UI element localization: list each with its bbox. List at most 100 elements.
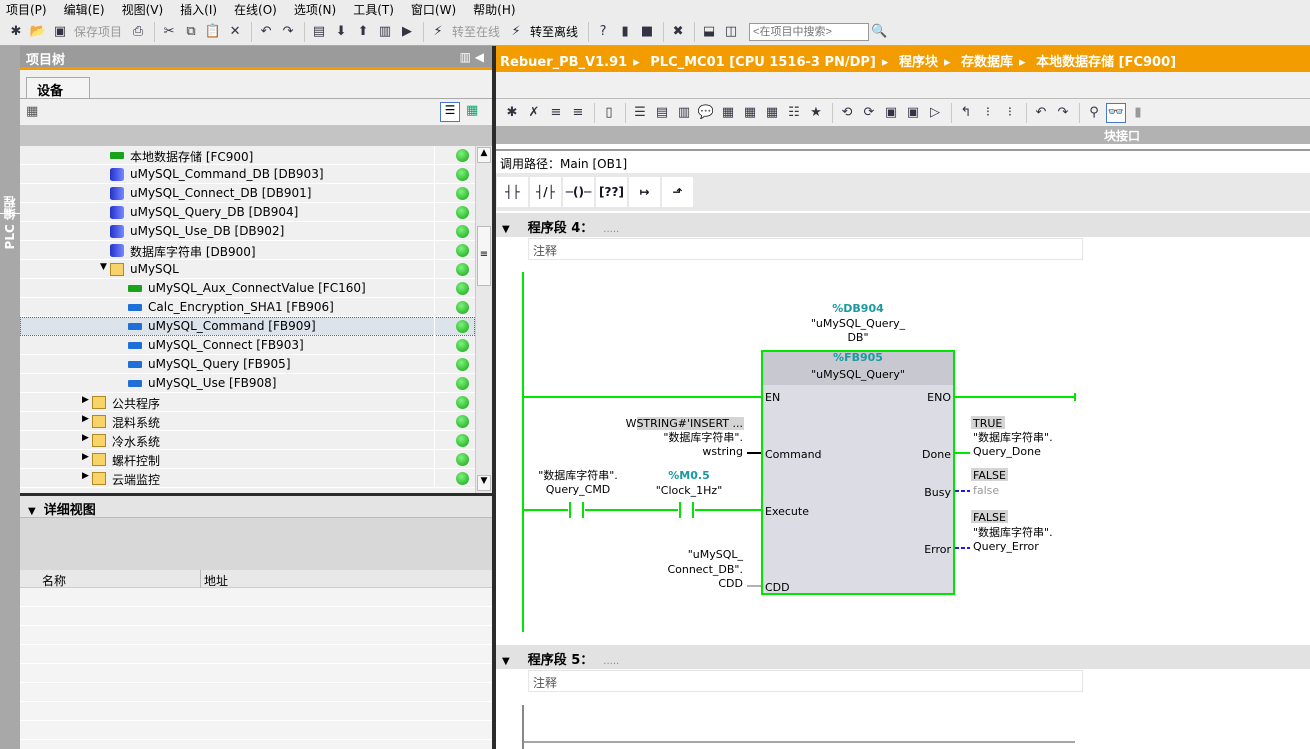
tree-item[interactable]: ▶ 混料系统 <box>20 412 475 431</box>
no-contact-icon[interactable]: ┤├ <box>497 177 528 207</box>
open-all-networks-icon[interactable]: ▤ <box>652 103 672 123</box>
project-search-input[interactable] <box>749 22 870 41</box>
operand-display-icon[interactable]: ▦ <box>718 103 738 123</box>
print-icon[interactable]: ⎙ <box>128 22 148 42</box>
next-icon[interactable]: ↷ <box>1053 103 1073 123</box>
menu-item[interactable]: 帮助(H) <box>473 1 515 18</box>
prev-error-icon[interactable]: ⟲ <box>837 103 857 123</box>
cut-icon[interactable]: ✂ <box>159 22 179 42</box>
absolute-operands-icon[interactable]: ▯ <box>599 103 619 123</box>
goto-icon[interactable]: ↰ <box>956 103 976 123</box>
upload-icon[interactable]: ⬆ <box>353 22 373 42</box>
monitoring-on-off-icon[interactable]: 👓 <box>1106 102 1126 123</box>
runtime-icon[interactable]: ▶ <box>397 22 417 42</box>
network-5-header[interactable]: ▼ 程序段 5：..... <box>496 645 1310 669</box>
scroll-thumb[interactable]: ≡ <box>477 226 491 286</box>
column-name[interactable]: 名称 <box>42 572 66 589</box>
cdd-operand[interactable]: "uMySQL_ <box>688 548 744 561</box>
split-vertical-icon[interactable]: ◫ <box>721 22 741 42</box>
split-horizontal-icon[interactable]: ⬓ <box>699 22 719 42</box>
menu-item[interactable]: 选项(N) <box>294 1 336 18</box>
chevron-down-icon[interactable]: ▼ <box>28 506 36 517</box>
tree-item[interactable]: uMySQL_Use_DB [DB902] <box>20 222 475 241</box>
nc-contact-icon[interactable]: ┤/├ <box>530 177 561 207</box>
menu-item[interactable]: 插入(I) <box>180 1 217 18</box>
close-branch-icon[interactable]: ⬏ <box>662 177 693 207</box>
network-comments-icon[interactable]: 💬 <box>696 103 716 123</box>
collapse-panel-icon[interactable]: ▥ ◀ <box>460 50 484 64</box>
update-calls-icon[interactable]: ▣ <box>881 103 901 123</box>
download-icon[interactable]: ⬇ <box>331 22 351 42</box>
contact-clock-1hz[interactable] <box>679 502 694 518</box>
tab-devices[interactable]: 设备 <box>26 77 90 99</box>
compile-icon[interactable]: ▤ <box>309 22 329 42</box>
menu-item[interactable]: 项目(P) <box>6 1 47 18</box>
indent-icon[interactable]: ⁝ <box>978 103 998 123</box>
tree-scrollbar[interactable]: ▲ ≡ ▼ <box>475 146 492 493</box>
instance-db-name[interactable]: "uMySQL_Query_ <box>811 317 906 330</box>
undo-icon[interactable]: ↶ <box>256 22 276 42</box>
cross-reference-icon[interactable]: ✖ <box>668 22 688 42</box>
scroll-up-icon[interactable]: ▲ <box>477 147 491 163</box>
block-interface-splitter[interactable] <box>496 144 1310 151</box>
tree-item[interactable]: uMySQL_Aux_ConnectValue [FC160] <box>20 279 475 298</box>
tree-item[interactable]: Calc_Encryption_SHA1 [FB906] <box>20 298 475 317</box>
new-project-icon[interactable]: ✱ <box>6 22 26 42</box>
delete-icon[interactable]: ✕ <box>225 22 245 42</box>
open-project-icon[interactable]: 📂 <box>28 22 48 42</box>
go-online-button[interactable]: 转至在线 <box>452 23 500 40</box>
breadcrumb-project[interactable]: Rebuer_PB_V1.91 <box>500 55 627 70</box>
tree-item[interactable]: ▶ 云端监控 <box>20 469 475 488</box>
save-icon[interactable]: ▣ <box>50 22 70 42</box>
simulation-icon[interactable]: ▥ <box>375 22 395 42</box>
delete-network-icon[interactable]: ✗ <box>524 103 544 123</box>
tree-item[interactable]: uMySQL_Command_DB [DB903] <box>20 165 475 184</box>
done-operand[interactable]: "数据库字符串". <box>973 430 1053 444</box>
favorites-star-icon[interactable]: ★ <box>806 103 826 123</box>
tree-item[interactable]: ▶ 公共程序 <box>20 393 475 412</box>
pin-display-icon[interactable]: ☷ <box>784 103 804 123</box>
network-5-comment[interactable]: 注释 <box>528 670 1083 692</box>
tree-item[interactable]: 数据库字符串 [DB900] <box>20 241 475 260</box>
device-info-icon[interactable]: ▦ <box>26 104 38 119</box>
tree-item[interactable]: ▼ uMySQL <box>20 260 475 279</box>
coil-icon[interactable]: ─()─ <box>563 177 594 207</box>
menu-item[interactable]: 视图(V) <box>122 1 164 18</box>
collapsed-arrow-icon[interactable]: ▶ <box>82 395 89 405</box>
favorites-icon[interactable]: ☰ <box>630 103 650 123</box>
paste-icon[interactable]: 📋 <box>203 22 223 42</box>
go-offline-button[interactable]: 转至离线 <box>530 23 578 40</box>
tree-item[interactable]: ▶ 冷水系统 <box>20 431 475 450</box>
table-view-icon[interactable]: ☰ <box>440 102 460 122</box>
command-operand[interactable]: "数据库字符串". <box>663 430 743 444</box>
collapse-icon[interactable]: ▼ <box>502 656 510 667</box>
tree-item[interactable]: uMySQL_Query_DB [DB904] <box>20 203 475 222</box>
insert-row-icon[interactable]: ≡ <box>546 103 566 123</box>
open-branch-icon[interactable]: ↦ <box>629 177 660 207</box>
breadcrumb-program-blocks[interactable]: 程序块 <box>899 55 938 70</box>
menu-item[interactable]: 窗口(W) <box>411 1 456 18</box>
outdent-icon[interactable]: ⁝ <box>1000 103 1020 123</box>
tree-item[interactable]: uMySQL_Query [FB905] <box>20 355 475 374</box>
error-operand[interactable]: "数据库字符串". <box>973 525 1053 539</box>
tree-item[interactable]: uMySQL_Use [FB908] <box>20 374 475 393</box>
tree-item[interactable]: uMySQL_Command [FB909] <box>20 317 475 336</box>
copy-icon[interactable]: ⧉ <box>181 22 201 42</box>
plc-programming-tab[interactable]: PLC 编程 <box>1 196 18 249</box>
start-cpu-icon[interactable]: ▮ <box>615 22 635 42</box>
tag-display-icon[interactable]: ▦ <box>762 103 782 123</box>
next-error-icon[interactable]: ⟳ <box>859 103 879 123</box>
expanded-arrow-icon[interactable]: ▼ <box>100 262 107 272</box>
go-online-icon[interactable]: ⚡ <box>428 22 448 42</box>
breadcrumb-plc[interactable]: PLC_MC01 [CPU 1516-3 PN/DP] <box>650 55 876 70</box>
insert-network-icon[interactable]: ✱ <box>502 103 522 123</box>
update-instances-icon[interactable]: ▣ <box>903 103 923 123</box>
accessible-devices-icon[interactable]: ? <box>593 22 613 42</box>
tree-item[interactable]: uMySQL_Connect [FB903] <box>20 336 475 355</box>
close-all-networks-icon[interactable]: ▥ <box>674 103 694 123</box>
call-path-value[interactable]: Main [OB1] <box>560 157 627 171</box>
contact-query-cmd[interactable] <box>569 502 584 518</box>
breadcrumb-folder[interactable]: 存数据库 <box>961 55 1013 70</box>
detail-view-header[interactable]: ▼ 详细视图 <box>20 496 492 518</box>
search-project-icon[interactable]: 🔍 <box>869 22 889 42</box>
